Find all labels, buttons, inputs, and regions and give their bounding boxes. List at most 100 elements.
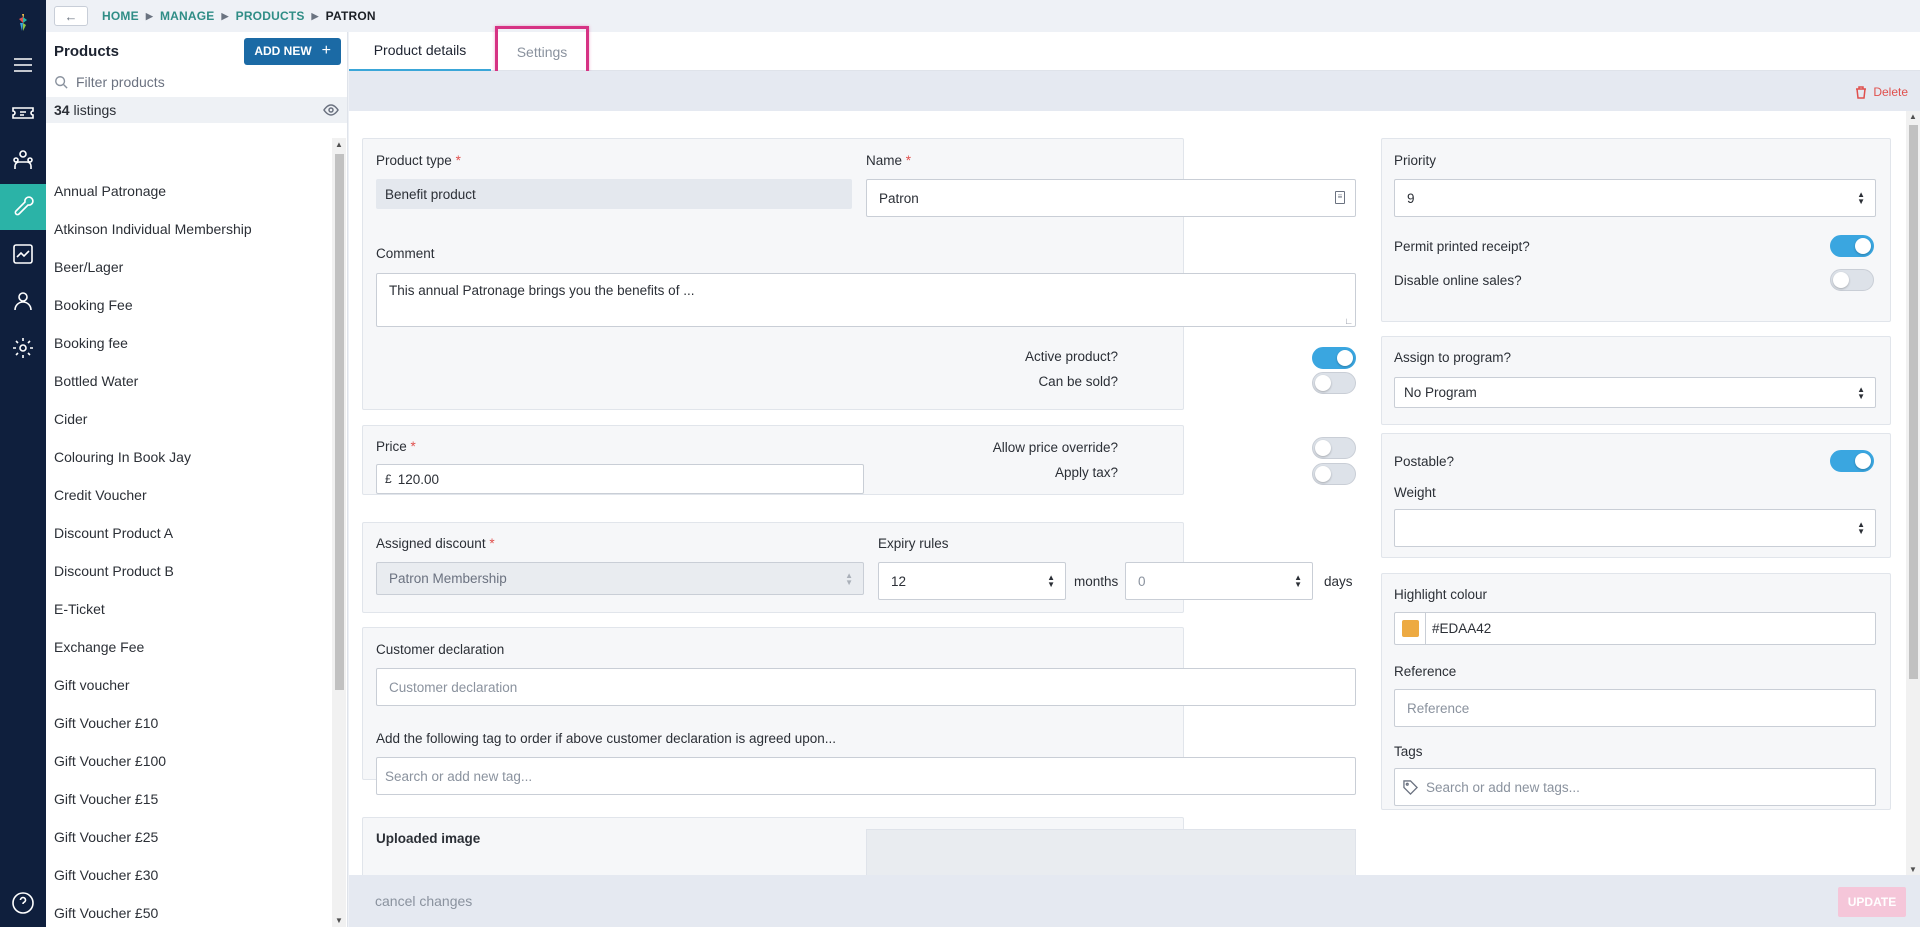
allow-price-override-toggle[interactable]: [1312, 437, 1356, 459]
gear-icon[interactable]: [0, 325, 46, 371]
product-list-item[interactable]: Booking fee: [46, 324, 331, 362]
product-list-item[interactable]: Beer/Lager: [46, 248, 331, 286]
active-product-toggle[interactable]: [1312, 347, 1356, 369]
product-list-item[interactable]: Bottled Water: [46, 362, 331, 400]
expiry-days-stepper[interactable]: 0 ▲ ▼: [1125, 562, 1313, 600]
reference-input[interactable]: Reference: [1394, 689, 1876, 727]
product-list-item[interactable]: Exchange Fee: [46, 628, 331, 666]
stepper-arrows-icon[interactable]: ▲ ▼: [1294, 574, 1302, 589]
name-label: Name: [866, 153, 903, 168]
scrollbar-thumb[interactable]: [335, 154, 344, 690]
product-list-item[interactable]: Credit Voucher: [46, 476, 331, 514]
main-scrollbar[interactable]: ▲ ▼: [1906, 111, 1920, 875]
product-list-item[interactable]: Gift Voucher £25: [46, 818, 331, 856]
comment-textarea[interactable]: This annual Patronage brings you the ben…: [376, 273, 1356, 327]
assigned-discount-select[interactable]: Patron Membership ▲ ▼: [376, 562, 864, 595]
product-list-item[interactable]: Gift Voucher £50: [46, 894, 331, 927]
update-button[interactable]: UPDATE: [1838, 887, 1906, 917]
price-input[interactable]: £ 120.00: [376, 464, 864, 494]
scrollbar-thumb[interactable]: [1909, 125, 1918, 679]
breadcrumb-products[interactable]: PRODUCTS: [236, 9, 305, 23]
eye-icon[interactable]: [323, 102, 339, 118]
scroll-down-icon[interactable]: ▼: [1909, 865, 1917, 874]
product-list-item[interactable]: Gift voucher: [46, 666, 331, 704]
reference-label: Reference: [1394, 664, 1457, 679]
name-input[interactable]: Patron ≡: [866, 179, 1356, 217]
add-new-button[interactable]: ADD NEW +: [244, 37, 341, 65]
tab-product-details[interactable]: Product details: [349, 32, 491, 71]
product-details-form: Product type * Benefit product Name * Pa…: [349, 111, 1906, 875]
product-list-scrollbar[interactable]: ▲ ▼: [332, 138, 346, 927]
breadcrumb-home[interactable]: HOME: [102, 9, 139, 23]
plus-icon: +: [321, 42, 331, 59]
menu-icon[interactable]: [0, 42, 46, 88]
currency-symbol: £: [385, 472, 392, 486]
postable-toggle[interactable]: [1830, 450, 1874, 472]
product-list-item[interactable]: Gift Voucher £10: [46, 704, 331, 742]
stepper-arrows-icon[interactable]: ▲ ▼: [1857, 191, 1865, 206]
cancel-changes-link[interactable]: cancel changes: [375, 893, 472, 909]
tools-icon[interactable]: [0, 184, 46, 230]
scroll-up-icon[interactable]: ▲: [1909, 112, 1917, 121]
discount-card: Assigned discount * Patron Membership ▲ ▼…: [362, 522, 1353, 613]
contact-card-icon[interactable]: ≡: [1335, 191, 1345, 204]
price-label: Price: [376, 439, 407, 454]
breadcrumb-bar: ← HOME ▶ MANAGE ▶ PRODUCTS ▶ PATRON: [46, 0, 1920, 32]
product-list-item[interactable]: Gift Voucher £30: [46, 856, 331, 894]
product-list-item[interactable]: Gift Voucher £15: [46, 780, 331, 818]
highlight-colour-value: #EDAA42: [1432, 621, 1492, 636]
months-label: months: [1074, 574, 1119, 589]
tag-order-input[interactable]: Search or add new tag...: [376, 757, 1356, 795]
caret-right-icon: ▶: [221, 10, 229, 21]
product-list-item[interactable]: E-Ticket: [46, 590, 331, 628]
reports-icon[interactable]: [0, 231, 46, 277]
footer-bar: cancel changes UPDATE: [349, 875, 1920, 927]
scroll-down-icon[interactable]: ▼: [335, 916, 343, 925]
product-list-item[interactable]: Colouring In Book Jay: [46, 438, 331, 476]
permit-printed-receipt-toggle[interactable]: [1830, 235, 1874, 257]
stepper-arrows-icon[interactable]: ▲ ▼: [1047, 574, 1055, 589]
back-button[interactable]: ←: [54, 6, 88, 26]
allow-price-override-label: Allow price override?: [992, 440, 1118, 455]
comment-value: This annual Patronage brings you the ben…: [389, 283, 695, 298]
logo-icon[interactable]: [0, 0, 46, 46]
product-list-item[interactable]: Cider: [46, 400, 331, 438]
product-list-item[interactable]: Atkinson Individual Membership: [46, 210, 331, 248]
permit-printed-receipt-label: Permit printed receipt?: [1394, 239, 1530, 254]
priority-stepper[interactable]: 9 ▲ ▼: [1394, 179, 1876, 217]
disable-online-sales-toggle[interactable]: [1830, 269, 1874, 291]
colour-swatch-button[interactable]: [1395, 613, 1426, 644]
apply-tax-toggle[interactable]: [1312, 463, 1356, 485]
image-dropzone[interactable]: [866, 829, 1356, 875]
product-list-item[interactable]: Booking Fee: [46, 286, 331, 324]
expiry-months-stepper[interactable]: 12 ▲ ▼: [878, 562, 1066, 600]
audience-icon[interactable]: [0, 137, 46, 183]
filter-products-input[interactable]: Filter products: [46, 70, 347, 94]
customer-declaration-input[interactable]: Customer declaration: [376, 668, 1356, 706]
scroll-up-icon[interactable]: ▲: [335, 140, 343, 149]
uploaded-image-label: Uploaded image: [376, 831, 481, 846]
can-be-sold-toggle[interactable]: [1312, 372, 1356, 394]
product-list-item[interactable]: Discount Product B: [46, 552, 331, 590]
tags-input[interactable]: Search or add new tags...: [1394, 768, 1876, 806]
delete-button[interactable]: Delete: [1855, 85, 1908, 99]
disable-online-sales-label: Disable online sales?: [1394, 273, 1522, 288]
resize-handle-icon[interactable]: ∟: [1344, 316, 1353, 326]
help-icon[interactable]: [0, 880, 46, 926]
user-icon[interactable]: [0, 278, 46, 324]
product-list-item[interactable]: Gift Voucher £100: [46, 742, 331, 780]
product-list-item[interactable]: Discount Product A: [46, 514, 331, 552]
delete-label: Delete: [1873, 85, 1908, 99]
highlight-colour-label: Highlight colour: [1394, 587, 1488, 602]
weight-label: Weight: [1394, 485, 1436, 500]
stepper-arrows-icon[interactable]: ▲ ▼: [1857, 521, 1865, 536]
highlight-colour-input[interactable]: #EDAA42: [1394, 612, 1876, 645]
ticket-icon[interactable]: [0, 90, 46, 136]
expiry-months-value: 12: [891, 573, 907, 589]
priority-value: 9: [1407, 190, 1415, 206]
product-list-item[interactable]: Annual Patronage: [46, 172, 331, 210]
breadcrumb-manage[interactable]: MANAGE: [160, 9, 215, 23]
listings-bar: 34 listings: [46, 97, 347, 123]
weight-stepper[interactable]: ▲ ▼: [1394, 509, 1876, 547]
assign-to-program-select[interactable]: No Program ▲ ▼: [1394, 377, 1876, 408]
